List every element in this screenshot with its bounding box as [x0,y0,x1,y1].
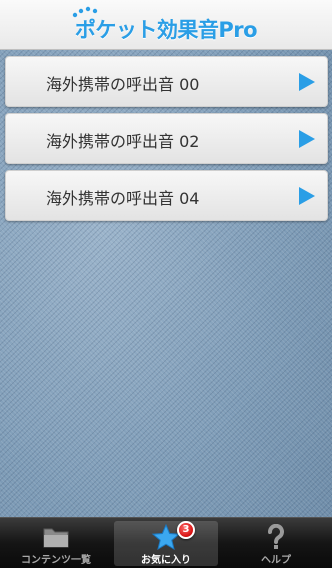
tab-contents[interactable]: コンテンツ一覧 [4,521,108,566]
list-item[interactable]: 海外携帯の呼出音 04 [5,170,328,221]
tab-favorites[interactable]: 3 お気に入り [114,521,218,566]
app-title: ポケット効果音Pro [74,18,258,42]
list-item[interactable]: 海外携帯の呼出音 00 [5,56,328,107]
tab-label: ヘルプ [261,555,291,566]
list-item-label: 海外携帯の呼出音 00 [46,75,200,94]
play-icon[interactable] [298,186,316,206]
list-item-label: 海外携帯の呼出音 04 [46,189,200,208]
app-header: ポケット効果音Pro [0,0,332,50]
play-icon[interactable] [298,129,316,149]
list-item-label: 海外携帯の呼出音 02 [46,132,200,151]
tab-label: コンテンツ一覧 [21,555,91,566]
tab-bar: コンテンツ一覧 3 お気に入り ヘルプ [0,517,332,568]
play-icon[interactable] [298,72,316,92]
tab-label: お気に入り [141,555,191,566]
tab-help[interactable]: ヘルプ [224,521,328,566]
app-logo: ポケット効果音Pro [0,0,332,50]
sound-list: 海外携帯の呼出音 00 海外携帯の呼出音 02 海外携帯の呼出音 04 [5,56,328,227]
list-item[interactable]: 海外携帯の呼出音 02 [5,113,328,164]
favorites-count-badge: 3 [177,521,195,539]
folder-icon [43,528,69,548]
question-mark-icon [268,524,284,549]
